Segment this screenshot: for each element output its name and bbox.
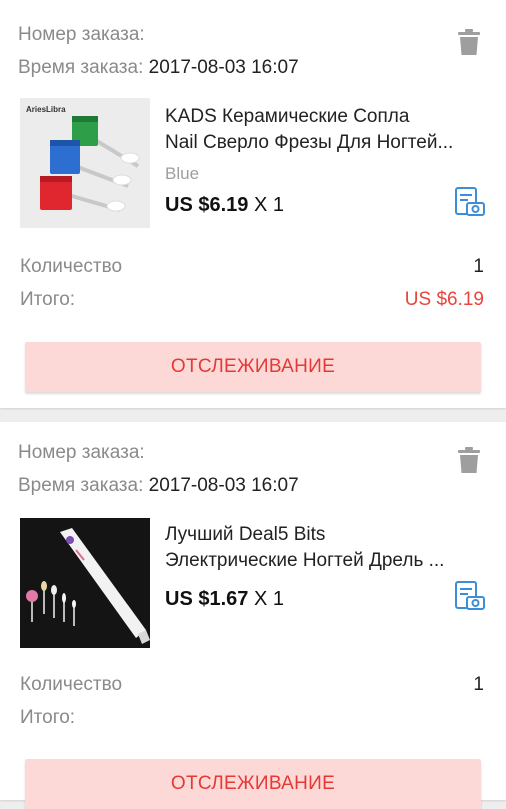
product-image[interactable]: AriesLibra [20,98,150,228]
order-card: Номер заказа: Время заказа: 2017-08-03 1… [0,0,506,408]
product-image-brand: AriesLibra [26,105,66,114]
order-time-label: Время заказа: [18,475,144,496]
product-price: US $6.19 X 1 [165,194,284,217]
track-order-label: ОТСЛЕЖИВАНИЕ [170,773,336,794]
quantity-label: Количество [20,674,123,695]
total-row: Итого: US $6.19 [20,289,484,311]
trash-icon[interactable] [458,29,480,55]
order-time-label: Время заказа: [18,57,144,78]
order-number-label: Номер заказа: [18,24,145,45]
quantity-value: 1 [473,256,484,277]
order-time-value: 2017-08-03 16:07 [148,57,299,78]
order-time-value: 2017-08-03 16:07 [148,475,299,496]
order-snapshot-icon[interactable] [454,580,486,612]
track-order-label: ОТСЛЕЖИВАНИЕ [170,356,336,377]
product-variant: Blue [165,164,200,183]
order-card: Номер заказа: Время заказа: 2017-08-03 1… [0,422,506,809]
order-number: Номер заказа: [18,442,145,464]
quantity-multiplier: X 1 [253,194,284,216]
track-order-button[interactable]: ОТСЛЕЖИВАНИЕ [25,342,481,392]
price-value: US $6.19 [165,194,249,216]
product-title-line2: Nail Сверло Фрезы Для Ногтей... [165,132,454,153]
product-image[interactable] [20,518,150,648]
quantity-value: 1 [473,674,484,695]
track-order-button[interactable]: ОТСЛЕЖИВАНИЕ [25,759,481,809]
total-value: US $6.19 [404,289,484,310]
order-snapshot-icon[interactable] [454,186,486,218]
price-value: US $1.67 [165,588,249,610]
order-time: Время заказа: 2017-08-03 16:07 [18,475,299,497]
quantity-row: Количество 1 [20,256,484,278]
total-row: Итого: [20,707,484,729]
product-title[interactable]: Лучший Deal5 Bits Электрические Ногтей Д… [165,522,486,574]
order-number-label: Номер заказа: [18,442,145,463]
product-price: US $1.67 X 1 [165,588,284,611]
quantity-label: Количество [20,256,123,277]
total-label: Итого: [20,707,76,728]
product-title-line2: Электрические Ногтей Дрель ... [165,550,445,571]
trash-icon[interactable] [458,447,480,473]
quantity-multiplier: X 1 [253,588,284,610]
product-title-line1: KADS Керамические Сопла [165,106,410,127]
order-time: Время заказа: 2017-08-03 16:07 [18,57,299,79]
product-title-line1: Лучший Deal5 Bits [165,524,326,545]
product-title[interactable]: KADS Керамические Сопла Nail Сверло Фрез… [165,104,486,156]
order-number: Номер заказа: [18,24,145,46]
total-label: Итого: [20,289,76,310]
quantity-row: Количество 1 [20,674,484,696]
